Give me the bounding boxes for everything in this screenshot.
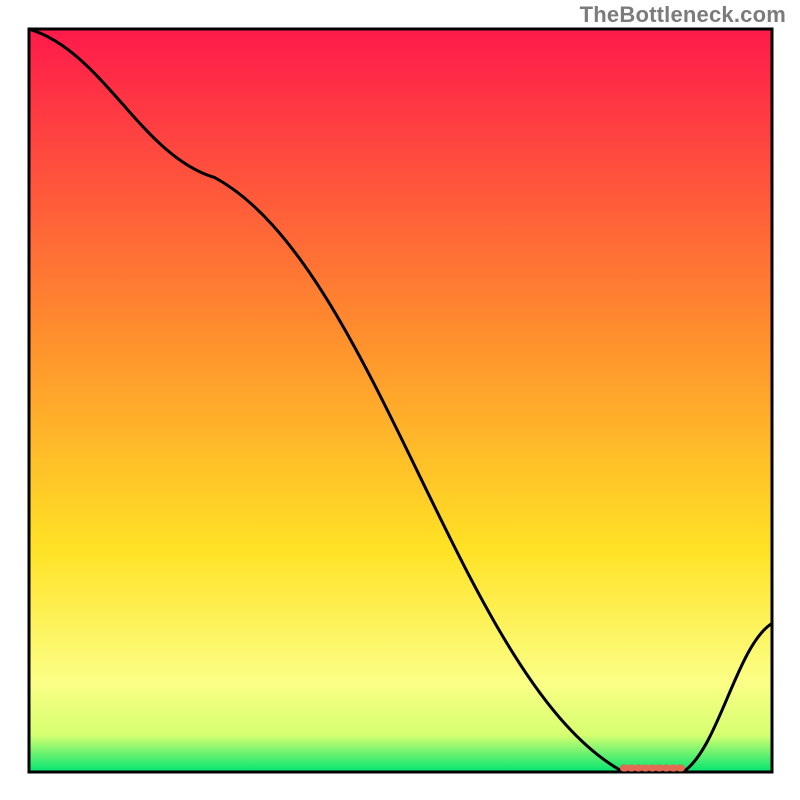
plot-background	[29, 29, 772, 772]
bottleneck-chart	[0, 0, 800, 800]
chart-container: TheBottleneck.com	[0, 0, 800, 800]
